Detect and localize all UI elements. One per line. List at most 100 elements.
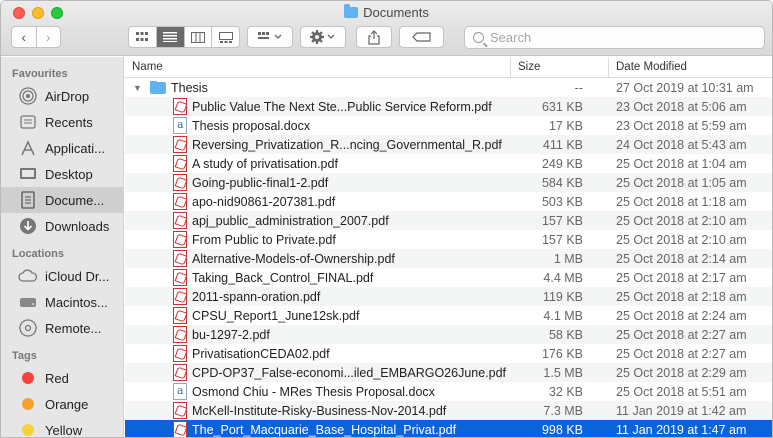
sidebar-item-docume[interactable]: Docume... [1,187,123,213]
search-icon [473,32,484,43]
file-row[interactable]: Reversing_Privatization_R...ncing_Govern… [125,135,772,154]
arrange-button[interactable] [247,26,293,48]
icon-view-button[interactable] [129,27,156,47]
tag-label: Red [45,370,69,386]
sidebar-item-label: Desktop [45,166,93,182]
file-row[interactable]: CPSU_Report1_June12sk.pdf 4.1 MB 25 Oct 20… [125,306,772,325]
file-name: Alternative-Models-of-Ownership.pdf [192,251,395,266]
file-row[interactable]: Thesis proposal.docx 17 KB 23 Oct 2018 at … [125,116,772,135]
file-name: apj_public_administration_2007.pdf [192,213,389,228]
file-name: bu-1297-2.pdf [192,327,270,342]
window-title-text: Documents [363,5,429,20]
file-row[interactable]: bu-1297-2.pdf 58 KB 25 Oct 2018 at 2:27 am [125,325,772,344]
disk-icon [18,293,38,311]
sidebar-item-label: Macintos... [45,294,108,310]
file-size: 157 KB [541,232,583,247]
file-size: 411 KB [542,137,583,152]
file-name: Taking_Back_Control_FINAL.pdf [192,270,374,285]
file-size: 4.4 MB [543,270,583,285]
list-icon [163,32,178,42]
file-row[interactable]: Osmond Chiu - MRes Thesis Proposal.docx 3… [125,382,772,401]
file-row[interactable]: McKell-Institute-Risky-Business-Nov-2014… [125,401,772,420]
sidebar-item-icloud-dr[interactable]: iCloud Dr... [1,263,123,289]
pdf-file-icon [173,193,187,210]
tag-color-dot [22,424,34,436]
file-row[interactable]: PrivatisationCEDA02.pdf 176 KB 25 Oct 2018… [125,344,772,363]
file-row[interactable]: apj_public_administration_2007.pdf 157 KB… [125,211,772,230]
file-row[interactable]: Taking_Back_Control_FINAL.pdf 4.4 MB 25 Oc… [125,268,772,287]
favourites-header: Favourites [12,68,68,80]
sidebar: Favourites AirDrop Recents Applicati... Des… [1,57,124,437]
sidebar-item-desktop[interactable]: Desktop [1,161,123,187]
gallery-view-button[interactable] [211,27,239,47]
sidebar-item-macintos[interactable]: Macintos... [1,289,123,315]
sidebar-item-applicati[interactable]: Applicati... [1,135,123,161]
size-column-header[interactable]: Size [511,57,609,77]
pdf-file-icon [173,326,187,343]
column-header: Name Size Date Modified [125,57,772,78]
file-size: 157 KB [541,213,583,228]
file-row[interactable]: Public Value The Next Ste...Public Servi… [125,97,772,116]
file-date: 25 Oct 2018 at 1:04 am [616,156,747,171]
sidebar-item-remote[interactable]: Remote... [1,315,123,341]
view-mode-group [128,26,240,48]
file-size: 503 KB [541,194,583,209]
date-column-header[interactable]: Date Modified [609,57,772,77]
file-row[interactable]: Going-public-final1-2.pdf 584 KB 25 Oct 20… [125,173,772,192]
search-field[interactable]: Search [464,26,765,49]
titlebar: Documents ‹ › Search [1,1,772,56]
back-button[interactable]: ‹ [12,27,36,47]
disclosure-triangle-icon[interactable]: ▼ [133,83,143,93]
file-name: Thesis proposal.docx [192,118,311,133]
file-size: 58 KB [548,327,583,342]
tag-red[interactable]: Red [1,365,123,391]
pdf-file-icon [173,402,187,419]
name-column-header[interactable]: Name [125,57,511,77]
columns-icon [190,31,205,43]
action-button[interactable] [300,26,346,48]
pdf-file-icon [173,421,187,437]
list-view-button[interactable] [155,27,184,47]
file-date: 25 Oct 2018 at 2:14 am [616,251,747,266]
remote-disc-icon [18,319,38,337]
folder-icon [150,80,166,94]
file-date: 25 Oct 2018 at 2:18 am [616,289,747,304]
folder-size: -- [574,80,583,95]
file-row[interactable]: CPD-OP37_False-economi...iled_EMBARGO26J… [125,363,772,382]
tag-orange[interactable]: Orange [1,391,123,417]
folder-row[interactable]: ▼ Thesis -- 27 Oct 2019 at 10:31 am [125,78,772,97]
file-date: 25 Oct 2018 at 5:51 am [616,384,747,399]
file-row[interactable]: The_Port_Macquarie_Base_Hospital_Privat.… [125,420,772,437]
file-row[interactable]: A study of privatisation.pdf 249 KB 25 Oct… [125,154,772,173]
file-row[interactable]: apo-nid90861-207381.pdf 503 KB 25 Oct 2018… [125,192,772,211]
tags-button[interactable] [399,26,444,48]
tag-yellow[interactable]: Yellow [1,417,123,437]
pdf-file-icon [173,269,187,286]
sidebar-item-label: Recents [45,114,93,130]
search-placeholder: Search [490,30,532,45]
file-row[interactable]: 2011-spann-oration.pdf 119 KB 25 Oct 2018 … [125,287,772,306]
cloud-icon [18,267,38,285]
column-view-button[interactable] [183,27,212,47]
sidebar-item-downloads[interactable]: Downloads [1,213,123,239]
file-name: From Public to Private.pdf [192,232,336,247]
file-row[interactable]: From Public to Private.pdf 157 KB 25 Oct 2… [125,230,772,249]
clock-icon [18,113,38,131]
word-document-icon [173,383,187,400]
sidebar-item-recents[interactable]: Recents [1,109,123,135]
file-date: 11 Jan 2019 at 1:42 am [616,403,747,418]
sidebar-item-label: AirDrop [45,88,90,104]
icon-grid-icon [136,32,149,41]
file-date: 23 Oct 2018 at 5:06 am [616,99,747,114]
file-size: 1 MB [553,251,583,266]
document-icon [18,191,38,209]
folder-date: 27 Oct 2019 at 10:31 am [616,80,754,95]
forward-button[interactable]: › [35,27,61,47]
sidebar-item-airdrop[interactable]: AirDrop [1,83,123,109]
word-document-icon [173,117,187,134]
file-size: 1.5 MB [543,365,583,380]
pdf-file-icon [173,98,187,115]
file-row[interactable]: Alternative-Models-of-Ownership.pdf 1 MB 2… [125,249,772,268]
file-date: 25 Oct 2018 at 2:17 am [616,270,747,285]
share-button[interactable] [356,26,392,48]
